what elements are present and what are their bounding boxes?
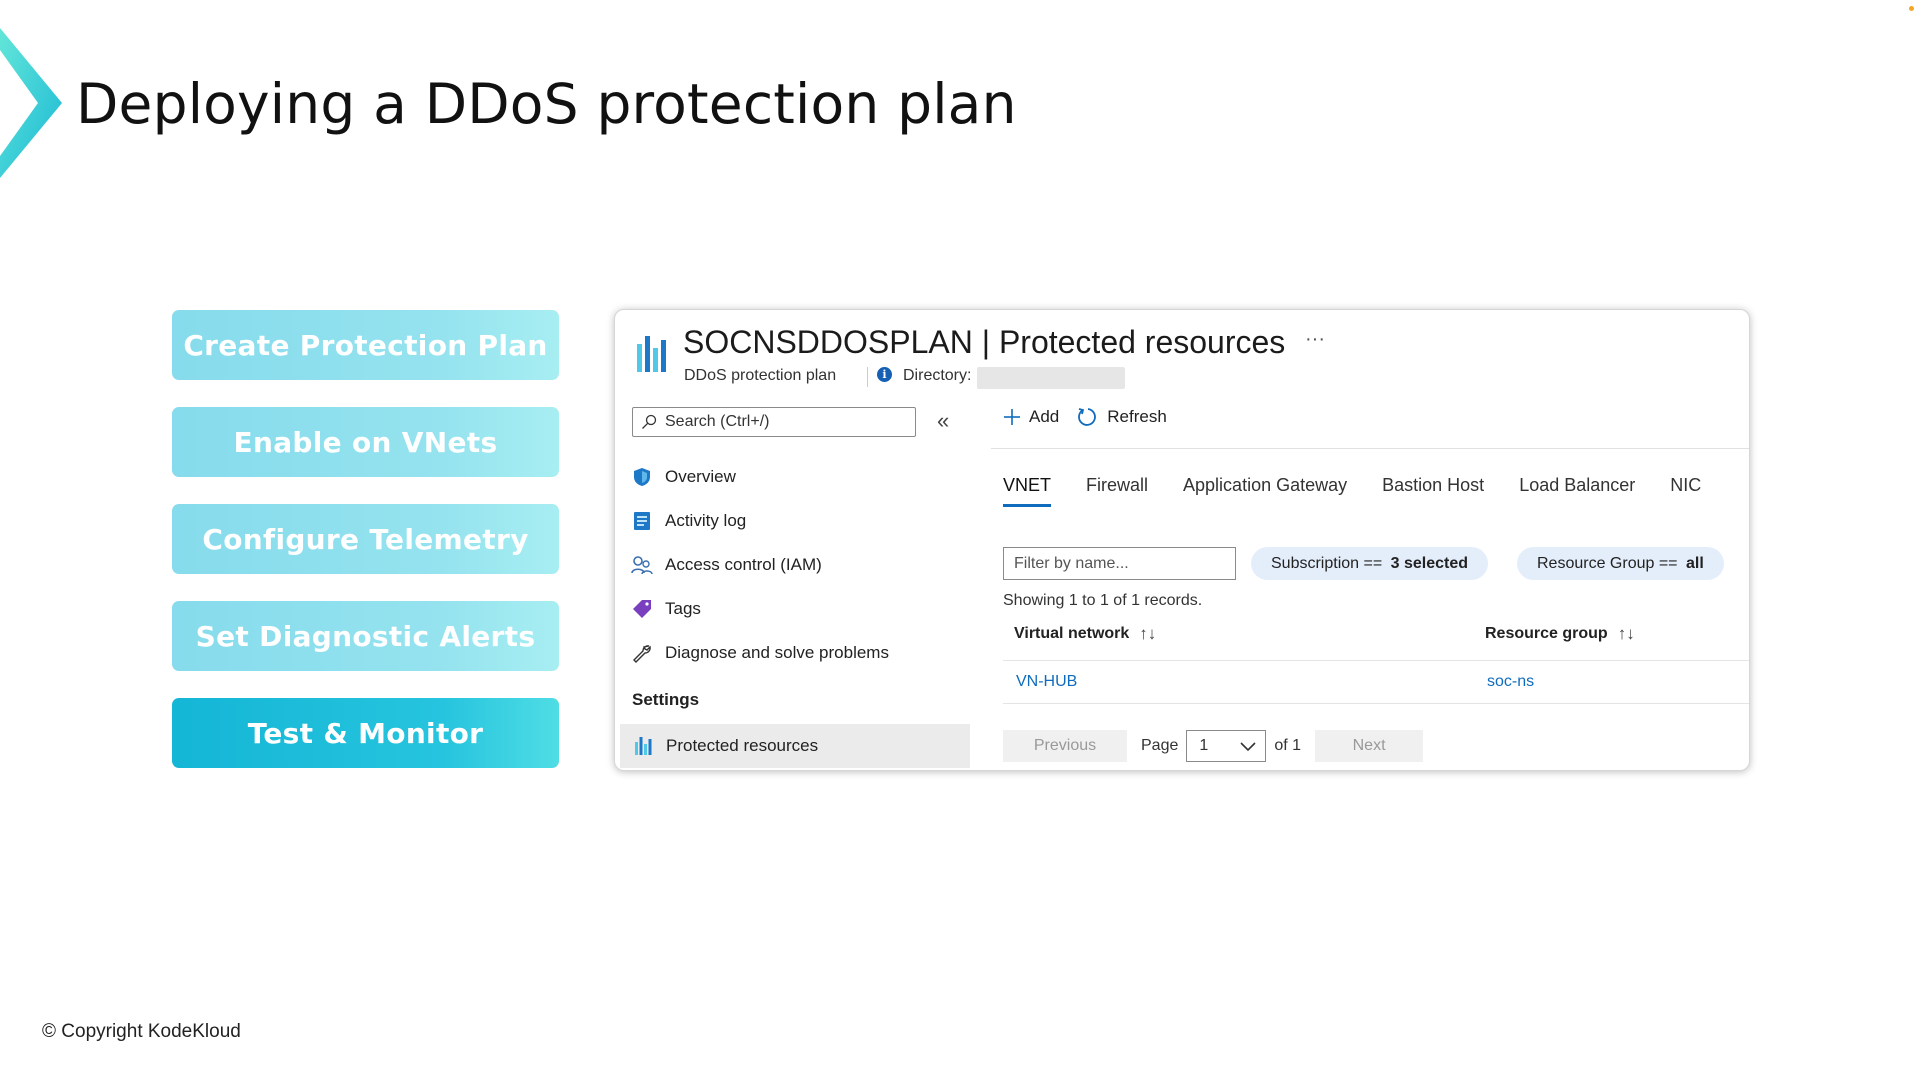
directory-value-redacted [977,367,1125,389]
pagination: Previous Page 1 of 1 Next [1003,730,1424,762]
copyright: © Copyright KodeKloud [42,1021,241,1042]
tab-nic[interactable]: NIC [1670,475,1701,507]
steps-list: Create Protection Plan Enable on VNets C… [172,310,559,795]
slide-title: Deploying a DDoS protection plan [76,72,1017,136]
resource-type-tabs: VNET Firewall Application Gateway Bastio… [1003,475,1736,507]
resource-name: SOCNSDDOSPLAN [683,324,973,360]
column-header-resource-group[interactable]: Resource group ↑↓ [1485,624,1635,644]
previous-button[interactable]: Previous [1003,730,1127,762]
step-create-protection-plan[interactable]: Create Protection Plan [172,310,559,380]
menu-item-label: Overview [665,467,736,486]
sort-icon[interactable]: ↑↓ [1618,624,1635,644]
page-of-label: of 1 [1274,737,1302,754]
tab-application-gateway[interactable]: Application Gateway [1183,475,1347,507]
next-button[interactable]: Next [1315,730,1424,762]
corner-dot [1909,6,1914,11]
records-count: Showing 1 to 1 of 1 records. [1003,592,1203,609]
search-input[interactable] [663,412,907,432]
menu-item-label: Access control (IAM) [665,555,822,574]
blade-title: SOCNSDDOSPLAN | Protected resources [683,324,1285,361]
resource-menu: Overview Activity log Access control (IA… [631,455,965,675]
menu-item-label: Activity log [665,511,747,530]
toolbar-divider [991,448,1749,449]
sort-icon[interactable]: ↑↓ [1139,624,1156,644]
kodekloud-chevron-logo [0,28,62,178]
subscription-filter-value: 3 selected [1390,554,1469,572]
subscription-filter-label: Subscription == [1271,554,1387,572]
menu-item-access-control[interactable]: Access control (IAM) [631,543,965,587]
chevron-down-icon [1240,742,1256,752]
vnet-link[interactable]: VN-HUB [1016,673,1077,691]
plus-icon [1004,409,1020,425]
menu-search[interactable] [632,407,916,437]
menu-item-activity-log[interactable]: Activity log [631,499,965,543]
filter-by-name-input[interactable] [1003,547,1236,580]
table-row-divider [1003,703,1749,704]
tab-bastion-host[interactable]: Bastion Host [1382,475,1484,507]
step-enable-on-vnets[interactable]: Enable on VNets [172,407,559,477]
add-button[interactable]: Add [1003,407,1059,427]
page-label: Page [1141,737,1179,754]
menu-item-protected-resources[interactable]: Protected resources [620,724,970,768]
tag-icon [631,598,653,620]
subtitle-divider [867,367,868,387]
column-header-label: Resource group [1485,625,1608,642]
command-bar: Add Refresh [1003,406,1185,428]
add-label: Add [1029,407,1060,426]
subscription-filter-pill[interactable]: Subscription == 3 selected [1251,547,1489,580]
tab-vnet[interactable]: VNET [1003,475,1052,507]
activity-log-icon [631,510,653,532]
more-options-icon[interactable]: ··· [1305,328,1325,351]
menu-item-label: Protected resources [666,736,819,755]
resource-group-filter-pill[interactable]: Resource Group == all [1517,547,1724,580]
column-header-virtual-network[interactable]: Virtual network ↑↓ [1014,624,1156,644]
resource-group-link[interactable]: soc-ns [1487,673,1534,691]
column-header-label: Virtual network [1014,625,1130,642]
refresh-icon [1078,408,1097,426]
info-icon: i [877,367,892,382]
menu-item-tags[interactable]: Tags [631,587,965,631]
resource-type: DDoS protection plan [684,367,837,384]
ddos-plan-icon [637,336,666,372]
resource-group-filter-value: all [1685,554,1704,572]
wrench-icon [631,642,653,664]
directory-label: Directory: [903,367,972,384]
page-select[interactable]: 1 [1186,730,1267,762]
menu-section-settings: Settings [632,690,700,709]
menu-item-overview[interactable]: Overview [631,455,965,499]
step-set-diagnostic-alerts[interactable]: Set Diagnostic Alerts [172,601,559,671]
tab-load-balancer[interactable]: Load Balancer [1519,475,1635,507]
page-title: | Protected resources [981,324,1286,360]
tab-firewall[interactable]: Firewall [1086,475,1148,507]
step-test-and-monitor[interactable]: Test & Monitor [172,698,559,768]
search-icon [642,414,657,429]
menu-item-diagnose[interactable]: Diagnose and solve problems [631,631,965,675]
refresh-label: Refresh [1107,407,1167,426]
people-icon [631,554,653,576]
collapse-menu-icon[interactable]: « [937,408,949,434]
step-configure-telemetry[interactable]: Configure Telemetry [172,504,559,574]
shield-icon [631,466,653,488]
table-header-divider [1003,660,1749,661]
resource-group-filter-label: Resource Group == [1537,554,1682,572]
protected-resources-icon [632,735,654,757]
refresh-button[interactable]: Refresh [1077,406,1167,428]
menu-item-label: Tags [665,599,701,618]
menu-item-label: Diagnose and solve problems [665,643,889,662]
azure-portal-panel: SOCNSDDOSPLAN | Protected resources ··· … [614,309,1750,771]
page-select-value: 1 [1199,737,1209,754]
